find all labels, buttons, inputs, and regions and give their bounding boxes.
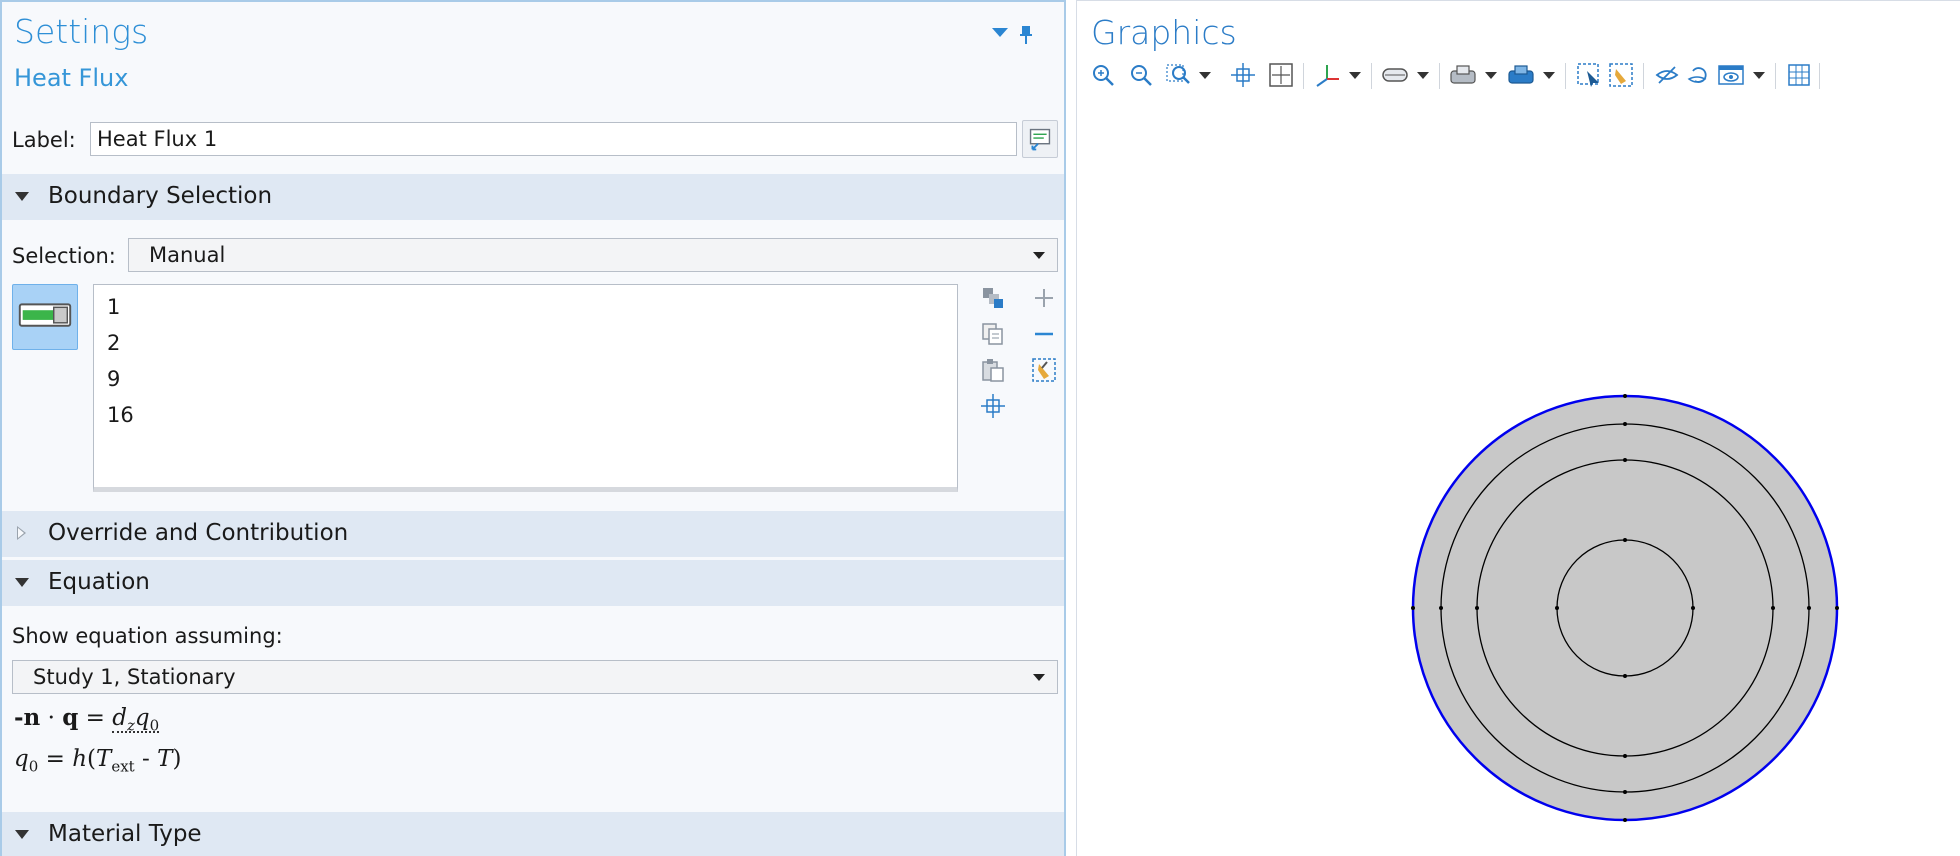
axis-dropdown-icon[interactable] bbox=[1349, 72, 1361, 79]
section-override-contribution[interactable]: Override and Contribution bbox=[2, 511, 1064, 557]
section-boundary-selection[interactable]: Boundary Selection bbox=[2, 174, 1064, 220]
clear-selection-icon[interactable] bbox=[1030, 356, 1058, 384]
label-input[interactable] bbox=[90, 122, 1017, 156]
equation-line-1: -n · q = dzq0 bbox=[14, 704, 160, 735]
selection-toggle-icon bbox=[18, 303, 72, 327]
zoom-extents-icon[interactable] bbox=[1229, 61, 1257, 89]
label-row: Label: bbox=[12, 120, 1058, 160]
chevron-down-icon bbox=[1033, 674, 1045, 681]
list-item[interactable]: 9 bbox=[107, 367, 120, 391]
chevron-down-icon bbox=[1033, 252, 1045, 259]
section-material-type[interactable]: Material Type bbox=[2, 812, 1064, 856]
grid-icon[interactable] bbox=[1785, 61, 1813, 89]
view-icon[interactable] bbox=[1717, 61, 1745, 89]
graphics-canvas[interactable] bbox=[1077, 97, 1960, 856]
zoom-box-icon[interactable] bbox=[1165, 61, 1193, 89]
show-equation-caption: Show equation assuming: bbox=[12, 624, 283, 648]
reset-hiding-icon[interactable] bbox=[1685, 61, 1713, 89]
panel-menu bbox=[992, 26, 1046, 44]
view-dropdown-icon[interactable] bbox=[1753, 72, 1765, 79]
copy-selection-icon[interactable] bbox=[979, 284, 1007, 312]
scene-dropdown-icon[interactable] bbox=[1417, 72, 1429, 79]
panel-menu-dropdown-icon[interactable] bbox=[992, 28, 1008, 37]
selection-row: Selection: Manual bbox=[12, 236, 1058, 276]
label-options-button[interactable] bbox=[1022, 120, 1058, 158]
graphics-toolbar bbox=[1089, 61, 1949, 91]
collapse-arrow-icon bbox=[15, 830, 29, 839]
geometry-view bbox=[1411, 394, 1839, 822]
label-caption: Label: bbox=[12, 128, 76, 152]
zoom-to-selection-icon[interactable] bbox=[979, 392, 1007, 420]
zoom-out-icon[interactable] bbox=[1127, 61, 1155, 89]
select-box-dropdown-icon[interactable] bbox=[1485, 72, 1497, 79]
collapse-arrow-icon bbox=[15, 192, 29, 201]
graphics-panel: Graphics bbox=[1076, 0, 1960, 856]
zoom-in-icon[interactable] bbox=[1089, 61, 1117, 89]
axis-orientation-icon[interactable] bbox=[1313, 61, 1341, 89]
selection-combo[interactable]: Manual bbox=[128, 238, 1058, 272]
pin-icon[interactable] bbox=[1020, 26, 1032, 44]
scene-light-icon[interactable] bbox=[1381, 61, 1409, 89]
expand-arrow-icon bbox=[17, 526, 26, 540]
list-item[interactable]: 16 bbox=[107, 403, 134, 427]
remove-icon[interactable] bbox=[1030, 320, 1058, 348]
label-options-icon bbox=[1029, 128, 1051, 151]
select-box-icon[interactable] bbox=[1449, 61, 1477, 89]
zoom-dropdown-icon[interactable] bbox=[1199, 72, 1211, 79]
select-brush-icon[interactable] bbox=[1607, 61, 1635, 89]
add-icon[interactable] bbox=[1030, 284, 1058, 312]
settings-subtitle: Heat Flux bbox=[14, 64, 129, 92]
hide-icon[interactable] bbox=[1653, 61, 1681, 89]
section-equation[interactable]: Equation bbox=[2, 560, 1064, 606]
select-domain-icon[interactable] bbox=[1507, 61, 1535, 89]
paste-icon[interactable] bbox=[979, 356, 1007, 384]
collapse-arrow-icon bbox=[15, 578, 29, 587]
select-domain-dropdown-icon[interactable] bbox=[1543, 72, 1555, 79]
settings-panel: Settings Heat Flux Label: Boundary Selec… bbox=[0, 0, 1066, 856]
list-item[interactable]: 1 bbox=[107, 295, 120, 319]
settings-title: Settings bbox=[14, 12, 149, 51]
select-object-icon[interactable] bbox=[1575, 61, 1603, 89]
duplicate-icon[interactable] bbox=[979, 320, 1007, 348]
list-item[interactable]: 2 bbox=[107, 331, 120, 355]
graphics-title: Graphics bbox=[1091, 13, 1237, 52]
study-combo[interactable]: Study 1, Stationary bbox=[12, 660, 1058, 694]
equation-line-2: q0 = h(Text - T) bbox=[14, 746, 182, 776]
activate-selection-toggle[interactable] bbox=[12, 284, 78, 350]
zoom-selected-icon[interactable] bbox=[1267, 61, 1295, 89]
selection-list[interactable]: 1 2 9 16 bbox=[93, 284, 958, 492]
selection-caption: Selection: bbox=[12, 244, 116, 268]
panel-splitter[interactable] bbox=[1066, 0, 1076, 856]
